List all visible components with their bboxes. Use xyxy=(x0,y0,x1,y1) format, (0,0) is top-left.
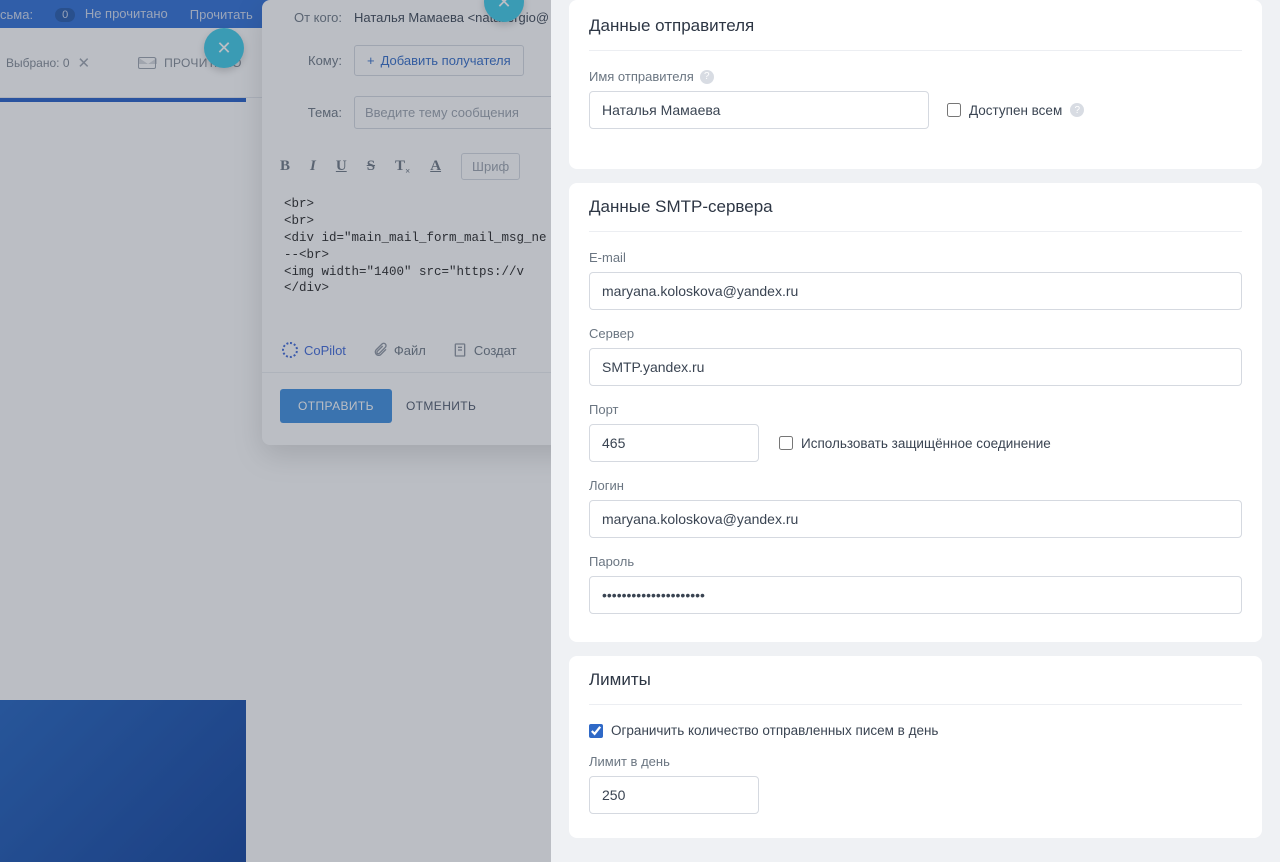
ssl-checkbox-row[interactable]: Использовать защищённое соединение xyxy=(779,436,1051,451)
limit-enable-checkbox[interactable] xyxy=(589,724,603,738)
smtp-card: Данные SMTP-сервера E-mail Сервер Порт И… xyxy=(569,183,1262,642)
sender-card: Данные отправителя Имя отправителя ? Дос… xyxy=(569,0,1262,169)
login-label: Логин xyxy=(589,478,1242,493)
public-label: Доступен всем xyxy=(969,103,1062,118)
help-icon[interactable]: ? xyxy=(700,70,714,84)
server-label: Сервер xyxy=(589,326,1242,341)
email-input[interactable] xyxy=(589,272,1242,310)
sender-name-input[interactable] xyxy=(589,91,929,129)
server-input[interactable] xyxy=(589,348,1242,386)
ssl-checkbox[interactable] xyxy=(779,436,793,450)
limit-enable-label: Ограничить количество отправленных писем… xyxy=(611,723,938,738)
limits-card: Лимиты Ограничить количество отправленны… xyxy=(569,656,1262,838)
public-checkbox-row[interactable]: Доступен всем ? xyxy=(947,103,1084,118)
port-label: Порт xyxy=(589,402,1242,417)
smtp-card-title: Данные SMTP-сервера xyxy=(589,183,1242,232)
daily-limit-input[interactable] xyxy=(589,776,759,814)
smtp-settings-panel: Данные отправителя Имя отправителя ? Дос… xyxy=(551,0,1280,862)
login-input[interactable] xyxy=(589,500,1242,538)
port-input[interactable] xyxy=(589,424,759,462)
limits-card-title: Лимиты xyxy=(589,656,1242,705)
limit-enable-row[interactable]: Ограничить количество отправленных писем… xyxy=(589,723,1242,738)
password-label: Пароль xyxy=(589,554,1242,569)
sender-name-label: Имя отправителя ? xyxy=(589,69,1242,84)
password-input[interactable] xyxy=(589,576,1242,614)
ssl-label: Использовать защищённое соединение xyxy=(801,436,1051,451)
public-checkbox[interactable] xyxy=(947,103,961,117)
email-label: E-mail xyxy=(589,250,1242,265)
daily-limit-label: Лимит в день xyxy=(589,754,1242,769)
sender-card-title: Данные отправителя xyxy=(589,2,1242,51)
help-icon[interactable]: ? xyxy=(1070,103,1084,117)
